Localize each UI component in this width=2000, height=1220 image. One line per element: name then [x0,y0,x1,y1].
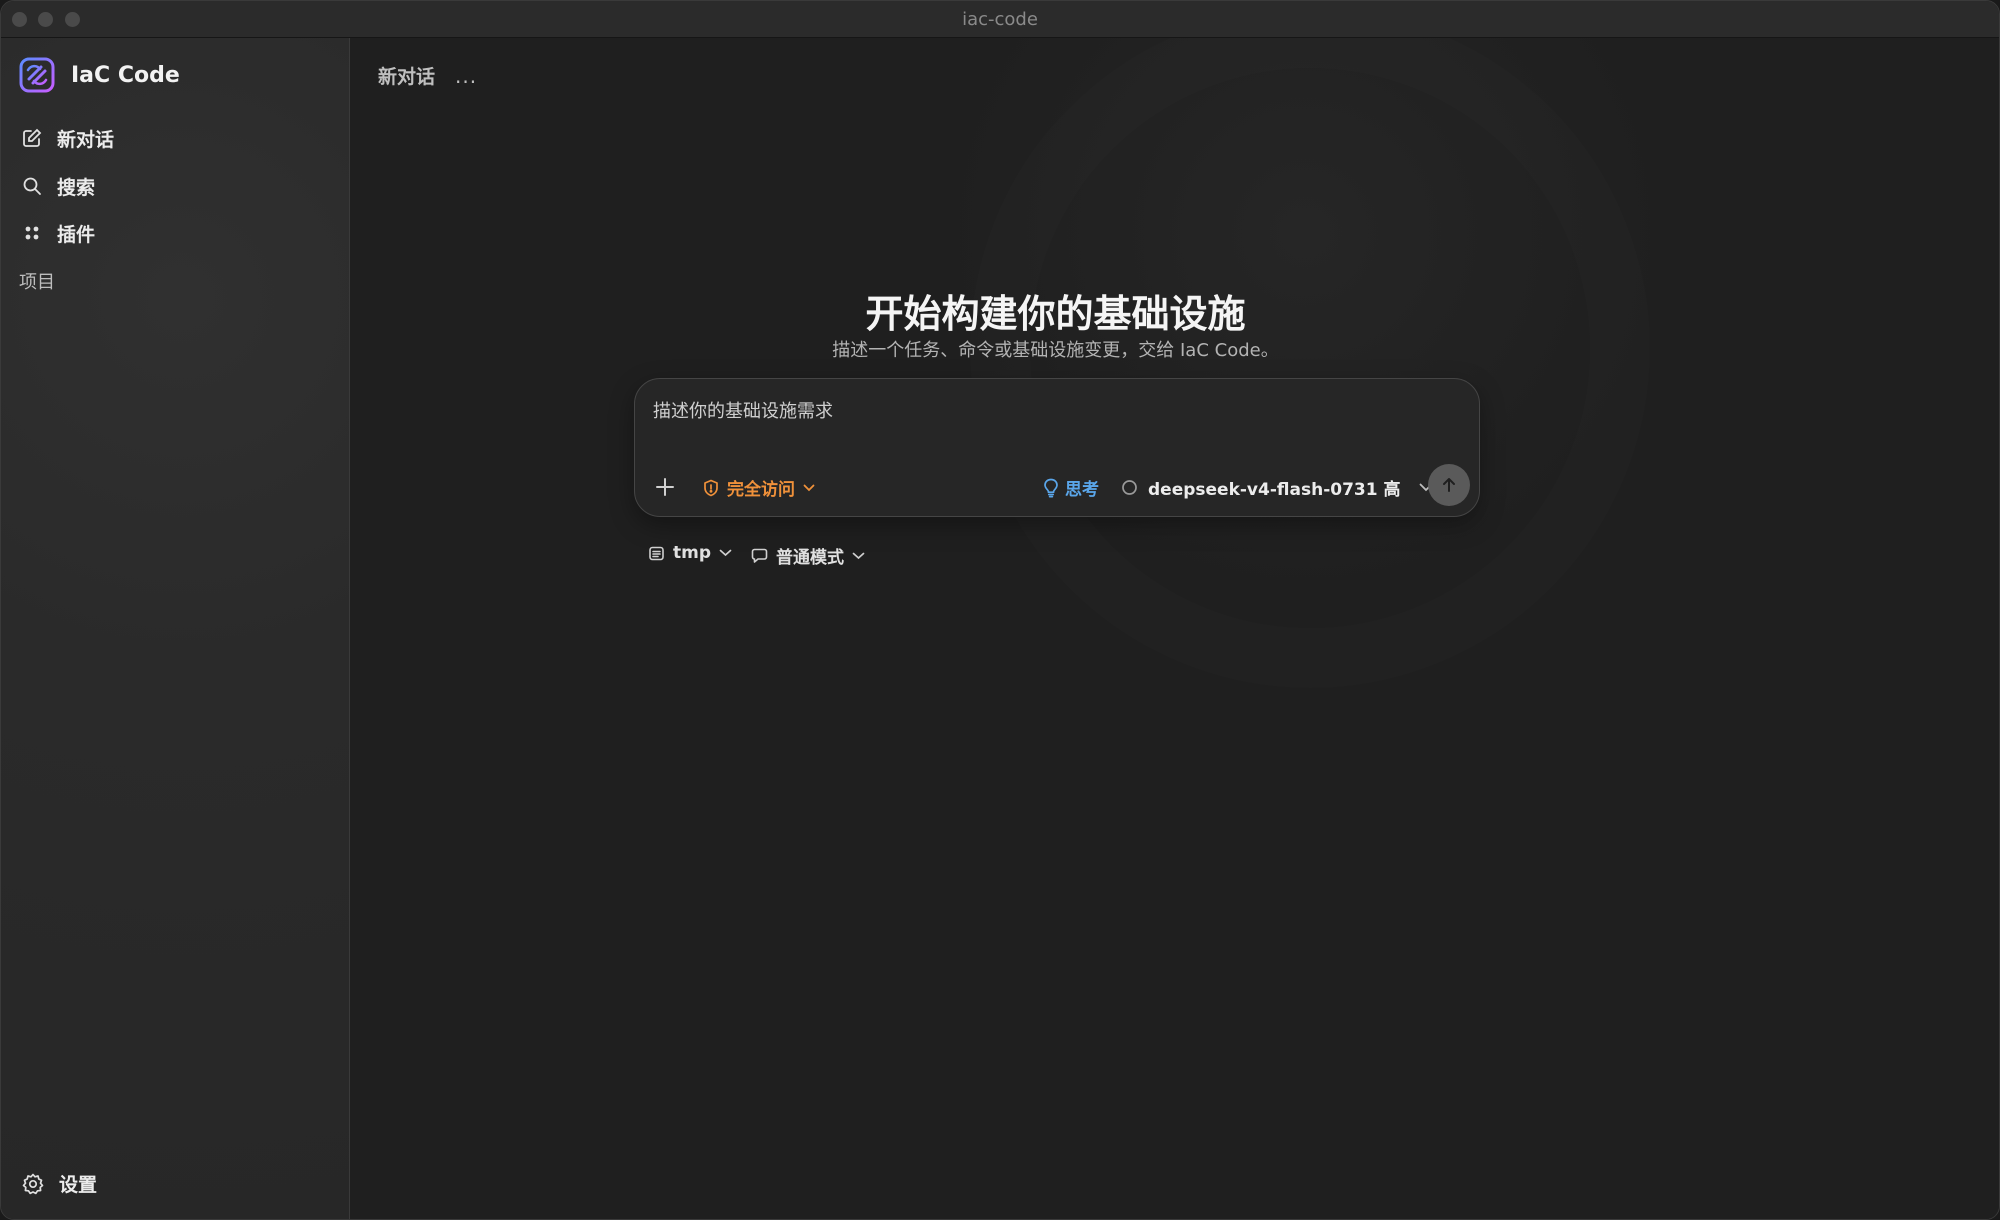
sidebar-item-search[interactable]: 搜索 [19,168,329,204]
chat-bubble-icon [751,548,768,563]
model-status-icon [1122,480,1137,495]
projects-section-label: 项目 [19,272,55,293]
sidebar: IaC Code 新对话 搜索 插件 项目 设置 [1,38,350,1219]
workspace-folder-label: tmp [673,543,712,563]
title-bar: iac-code [1,1,1999,38]
plus-icon [656,478,674,496]
think-label: 思考 [1065,480,1099,500]
window-title: iac-code [962,9,1038,30]
think-toggle[interactable]: 思考 [1043,475,1099,500]
main-panel: 新对话 ... 开始构建你的基础设施 描述一个任务、命令或基础设施变更，交给 I… [350,38,1999,1219]
chevron-down-icon [803,484,815,491]
settings-label: 设置 [59,1174,98,1196]
send-button[interactable] [1428,464,1470,506]
sidebar-item-label: 搜索 [57,176,96,199]
chat-mode-dropdown[interactable]: 普通模式 [751,543,865,568]
breadcrumb: 新对话 ... [378,62,477,89]
background-decoration [970,38,1650,688]
access-level-label: 完全访问 [727,480,795,500]
hero-subtitle: 描述一个任务、命令或基础设施变更，交给 IaC Code。 [832,340,1279,361]
sidebar-item-plugins[interactable]: 插件 [19,215,329,251]
prompt-input[interactable] [653,397,1453,437]
model-label: deepseek-v4-flash-0731 高 [1148,480,1401,500]
chevron-down-icon [852,552,865,559]
prompt-composer: 完全访问 思考 deepseek-v4-flash-0731 高 [634,378,1480,517]
search-icon [19,173,45,199]
lightbulb-icon [1044,478,1058,497]
folder-icon [649,546,664,560]
sidebar-item-label: 插件 [57,223,96,246]
brand-name: IaC Code [71,62,180,88]
more-options-button[interactable]: ... [455,64,477,88]
settings-button[interactable]: 设置 [21,1170,97,1197]
sidebar-item-new-chat[interactable]: 新对话 [19,120,329,156]
new-chat-icon [19,125,45,151]
arrow-up-icon [1443,478,1455,492]
workspace-folder-dropdown[interactable]: tmp [648,543,732,563]
iac-code-logo-icon [19,57,55,93]
hero-title: 开始构建你的基础设施 [865,292,1246,336]
plugins-icon [19,220,45,246]
add-attachment-button[interactable] [649,471,681,503]
chevron-down-icon [719,549,732,557]
shield-icon [704,479,718,496]
app-window: iac-code IaC Code 新对话 搜索 插件 项目 设置 新对话 ..… [0,0,2000,1220]
model-selector[interactable]: deepseek-v4-flash-0731 高 [1121,475,1433,500]
access-level-dropdown[interactable]: 完全访问 [703,475,815,500]
sidebar-item-label: 新对话 [57,128,115,151]
chat-mode-label: 普通模式 [776,548,844,568]
conversation-title: 新对话 [378,66,436,88]
gear-icon [22,1173,44,1194]
brand: IaC Code [19,57,180,93]
